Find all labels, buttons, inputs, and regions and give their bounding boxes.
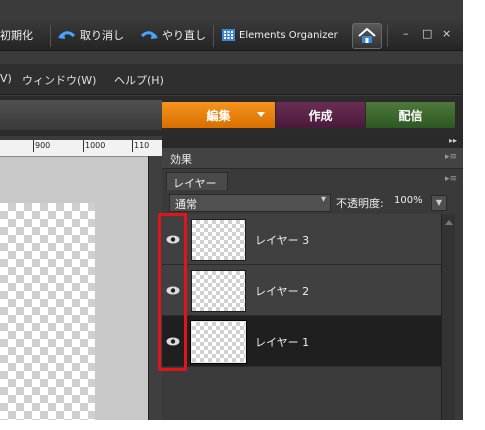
home-button[interactable] bbox=[352, 23, 382, 49]
layer-list: レイヤー 3 レイヤー 2 レイヤー 1 bbox=[162, 214, 441, 420]
undo-button[interactable]: 取り消し bbox=[58, 27, 124, 43]
toolbar-divider bbox=[213, 25, 214, 47]
layer-list-scrollbar[interactable] bbox=[441, 214, 456, 420]
blend-mode-select[interactable]: 通常 ▾ bbox=[169, 194, 331, 212]
redo-label: やり直し bbox=[162, 29, 206, 42]
organizer-label: Elements Organizer bbox=[239, 29, 338, 41]
tab-create[interactable]: 作成 bbox=[276, 102, 365, 128]
opacity-label: 不透明度: bbox=[336, 197, 384, 210]
undo-label: 取り消し bbox=[80, 29, 124, 42]
home-icon bbox=[358, 28, 376, 43]
effects-panel-header[interactable]: 効果 ▸≡ bbox=[162, 148, 463, 169]
tab-edit[interactable]: 編集 bbox=[162, 102, 275, 128]
menu-item-help[interactable]: ヘルプ(H) bbox=[114, 72, 164, 88]
tab-create-label: 作成 bbox=[308, 108, 333, 123]
organizer-grid-icon bbox=[222, 29, 235, 41]
ruler-label: 900 bbox=[35, 141, 51, 150]
chevron-down-icon[interactable] bbox=[257, 112, 265, 117]
tab-share[interactable]: 配信 bbox=[366, 102, 455, 128]
toolbar: 初期化 取り消し やり直し Elements Organizer – □ × bbox=[0, 20, 463, 51]
toolbar-divider bbox=[387, 25, 388, 47]
layer-name[interactable]: レイヤー 2 bbox=[255, 283, 309, 299]
layer-row[interactable]: レイヤー 2 bbox=[162, 265, 441, 316]
menu-item-window[interactable]: ウィンドウ(W) bbox=[22, 72, 96, 88]
reset-label: 初期化 bbox=[0, 29, 33, 42]
chevron-down-icon: ▾ bbox=[320, 194, 326, 205]
horizontal-ruler: 900 1000 110 bbox=[0, 140, 162, 157]
menubar: V) ウィンドウ(W) ヘルプ(H) bbox=[0, 64, 463, 95]
ruler-label: 1000 bbox=[85, 141, 106, 150]
layer-row-selected[interactable]: レイヤー 1 bbox=[162, 316, 441, 367]
elements-organizer-button[interactable]: Elements Organizer bbox=[222, 27, 338, 43]
tab-share-label: 配信 bbox=[398, 108, 423, 123]
redo-icon bbox=[140, 31, 158, 39]
ruler-tick bbox=[33, 140, 34, 152]
opacity-field[interactable]: 100% ▼ bbox=[392, 194, 447, 211]
page-bottom-margin bbox=[0, 420, 485, 430]
layers-tab-label: レイヤー bbox=[173, 177, 217, 190]
reset-button[interactable]: 初期化 bbox=[0, 27, 33, 43]
opacity-value: 100% bbox=[394, 195, 423, 206]
visibility-column-highlight bbox=[158, 213, 187, 371]
panel-menu-icon[interactable]: ▸≡ bbox=[445, 174, 457, 184]
tab-layers[interactable]: レイヤー bbox=[166, 172, 228, 191]
app-window: 初期化 取り消し やり直し Elements Organizer – □ × V… bbox=[0, 0, 463, 420]
tab-edit-label: 編集 bbox=[206, 108, 231, 123]
undo-icon bbox=[58, 31, 76, 39]
panel-bin-top: ▸▸ bbox=[162, 136, 463, 148]
scroll-up-icon[interactable] bbox=[445, 220, 453, 225]
transparent-canvas[interactable] bbox=[0, 203, 95, 420]
panel-edge bbox=[455, 190, 463, 420]
panel-menu-icon[interactable]: ▸≡ bbox=[445, 152, 457, 162]
layer-thumbnail[interactable] bbox=[191, 270, 246, 312]
minimize-button[interactable]: – bbox=[403, 27, 409, 40]
layer-name[interactable]: レイヤー 1 bbox=[255, 334, 309, 350]
menu-item-view[interactable]: V) bbox=[0, 72, 12, 85]
blend-mode-value: 通常 bbox=[175, 198, 197, 211]
effects-panel-title: 効果 bbox=[170, 153, 192, 166]
toolbar-divider bbox=[50, 25, 51, 47]
redo-button[interactable]: やり直し bbox=[140, 27, 206, 43]
layer-row[interactable]: レイヤー 3 bbox=[162, 214, 441, 265]
layer-name[interactable]: レイヤー 3 bbox=[255, 232, 309, 248]
document-canvas-area[interactable]: 900 1000 110 bbox=[0, 140, 163, 420]
close-button[interactable]: × bbox=[442, 27, 451, 40]
ruler-tick bbox=[132, 140, 133, 152]
panel-collapse-icon[interactable]: ▸▸ bbox=[449, 136, 457, 145]
ruler-tick bbox=[83, 140, 84, 152]
layers-panel-header: レイヤー ▸≡ bbox=[162, 170, 463, 191]
ruler-label: 110 bbox=[134, 141, 150, 150]
mode-tab-strip: 編集 作成 配信 bbox=[0, 96, 463, 136]
layer-options-row: 通常 ▾ 不透明度: 100% ▼ bbox=[162, 190, 463, 214]
tab-strip-spacer bbox=[0, 100, 162, 130]
maximize-button[interactable]: □ bbox=[422, 27, 432, 40]
chevron-down-icon[interactable]: ▼ bbox=[431, 195, 447, 211]
layer-thumbnail[interactable] bbox=[191, 219, 246, 261]
layer-thumbnail[interactable] bbox=[190, 320, 247, 364]
